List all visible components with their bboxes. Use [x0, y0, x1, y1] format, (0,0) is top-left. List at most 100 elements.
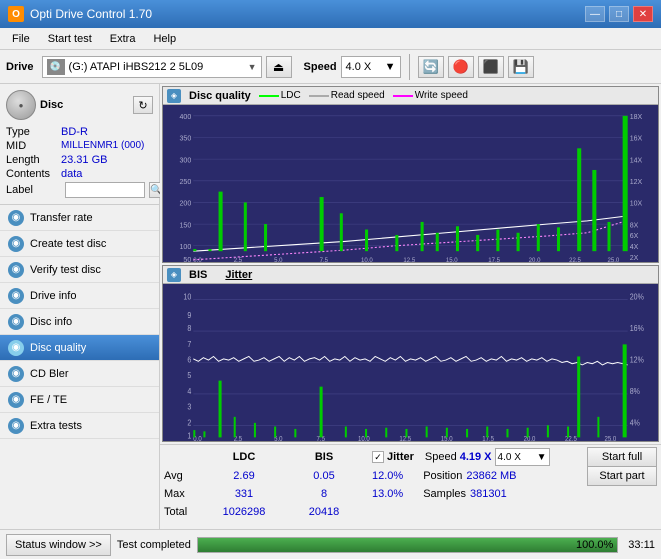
sidebar-bottom [0, 444, 160, 529]
svg-text:50: 50 [183, 255, 191, 262]
speed-stat-value: 4.19 X [460, 451, 492, 463]
eject-button[interactable]: ⏏ [266, 56, 292, 78]
disc-icon: ● [6, 90, 36, 120]
svg-text:25.0: 25.0 [607, 257, 619, 262]
menu-help[interactable]: Help [145, 31, 184, 47]
disc-quality-icon: ◉ [8, 340, 24, 356]
position-label: Position [423, 470, 462, 482]
svg-text:10X: 10X [630, 198, 643, 207]
avg-ldc: 2.69 [204, 470, 284, 482]
svg-text:6X: 6X [630, 231, 639, 240]
read-speed-color [309, 95, 329, 97]
speed-stat-select[interactable]: 4.0 X ▼ [495, 448, 550, 466]
start-part-button[interactable]: Start part [587, 466, 657, 486]
svg-text:20.0: 20.0 [524, 436, 536, 441]
maximize-button[interactable]: □ [609, 6, 629, 22]
top-chart-svg-area: 400 350 300 250 200 150 100 50 18X 16X 1… [163, 105, 658, 262]
svg-text:10.0: 10.0 [361, 257, 373, 262]
label-label: Label [6, 184, 61, 196]
sidebar-item-fe-te[interactable]: ◉ FE / TE [0, 387, 159, 413]
max-jitter: 13.0% [372, 488, 403, 500]
svg-text:25.0: 25.0 [604, 436, 616, 441]
titlebar-left: O Opti Drive Control 1.70 [8, 6, 152, 22]
disc-refresh-button[interactable]: ↻ [133, 96, 153, 114]
progress-text: 100.0% [576, 538, 613, 552]
svg-text:150: 150 [180, 220, 192, 229]
drive-select[interactable]: 💿 (G:) ATAPI iHBS212 2 5L09 ▼ [42, 56, 262, 78]
write-speed-color [393, 95, 413, 97]
action-buttons: Start full [587, 447, 657, 467]
menu-file[interactable]: File [4, 31, 38, 47]
drive-label: Drive [6, 61, 34, 73]
menu-start-test[interactable]: Start test [40, 31, 100, 47]
bottom-chart-svg-area: 10 9 8 7 6 5 4 3 2 1 20% 16% 12% 8% 4% [163, 284, 658, 441]
start-full-button[interactable]: Start full [587, 447, 657, 467]
progress-bar [198, 538, 617, 552]
avg-label: Avg [164, 470, 204, 482]
type-value: BD-R [61, 126, 88, 138]
sidebar-item-transfer-rate[interactable]: ◉ Transfer rate [0, 205, 159, 231]
svg-text:12X: 12X [630, 177, 643, 186]
contents-label: Contents [6, 168, 61, 180]
jitter-checkbox[interactable]: ✓ [372, 451, 384, 463]
svg-text:18X: 18X [630, 112, 643, 121]
label-input[interactable] [65, 182, 145, 198]
stats-ldc-header: LDC [204, 451, 284, 463]
close-button[interactable]: ✕ [633, 6, 653, 22]
svg-text:4X: 4X [630, 242, 639, 251]
svg-text:300: 300 [180, 155, 192, 164]
drive-info-label: Drive info [30, 290, 76, 302]
speed-stat-label: Speed [425, 451, 457, 463]
stats-avg-row: Avg 2.69 0.05 12.0% Position 23862 MB St… [164, 467, 657, 485]
menu-extra[interactable]: Extra [102, 31, 144, 47]
svg-text:10.0: 10.0 [358, 436, 370, 441]
top-chart-title: Disc quality [189, 90, 251, 102]
bottom-chart-container: ◈ BIS Jitter 10 9 8 7 [162, 265, 659, 442]
stats-total-row: Total 1026298 20418 [164, 503, 657, 521]
sidebar-item-cd-bler[interactable]: ◉ CD Bler [0, 361, 159, 387]
titlebar: O Opti Drive Control 1.70 — □ ✕ [0, 0, 661, 28]
disc-mid-field: MID MILLENMR1 (000) [6, 140, 153, 152]
speed-label: Speed [304, 61, 337, 73]
svg-text:12%: 12% [630, 355, 644, 365]
svg-text:5.0: 5.0 [274, 257, 283, 262]
total-bis: 20418 [284, 506, 364, 518]
legend-ldc: LDC [259, 90, 301, 101]
disc-info-icon: ◉ [8, 314, 24, 330]
length-label: Length [6, 154, 61, 166]
toolbar-btn-4[interactable]: 💾 [508, 56, 534, 78]
toolbar-btn-3[interactable]: ⬛ [478, 56, 504, 78]
ldc-color [259, 95, 279, 97]
legend-write-speed: Write speed [393, 90, 468, 101]
speed-select[interactable]: 4.0 X ▼ [341, 56, 401, 78]
sidebar-item-extra-tests[interactable]: ◉ Extra tests [0, 413, 159, 439]
toolbar: Drive 💿 (G:) ATAPI iHBS212 2 5L09 ▼ ⏏ Sp… [0, 50, 661, 84]
svg-text:20%: 20% [630, 292, 644, 302]
menubar: File Start test Extra Help [0, 28, 661, 50]
toolbar-btn-2[interactable]: 🔴 [448, 56, 474, 78]
status-window-button[interactable]: Status window >> [6, 534, 111, 556]
sidebar-item-drive-info[interactable]: ◉ Drive info [0, 283, 159, 309]
minimize-button[interactable]: — [585, 6, 605, 22]
svg-text:22.5: 22.5 [565, 436, 577, 441]
ldc-label: LDC [281, 90, 301, 101]
svg-text:400: 400 [180, 112, 192, 121]
avg-bis: 0.05 [284, 470, 364, 482]
disc-panel: ● Disc ↻ Type BD-R MID MILLENMR1 (000) L… [0, 84, 159, 205]
avg-jitter: 12.0% [372, 470, 403, 482]
position-value: 23862 MB [466, 470, 516, 482]
sidebar: ● Disc ↻ Type BD-R MID MILLENMR1 (000) L… [0, 84, 160, 444]
sidebar-item-verify-test-disc[interactable]: ◉ Verify test disc [0, 257, 159, 283]
top-chart-titlebar: ◈ Disc quality LDC Read speed Write spee… [163, 87, 658, 105]
cd-bler-label: CD Bler [30, 368, 69, 380]
sidebar-item-create-test-disc[interactable]: ◉ Create test disc [0, 231, 159, 257]
sidebar-item-disc-info[interactable]: ◉ Disc info [0, 309, 159, 335]
svg-text:4%: 4% [630, 418, 640, 428]
top-chart-icon: ◈ [167, 89, 181, 103]
bottom-chart-title: BIS [189, 269, 207, 281]
toolbar-btn-1[interactable]: 🔄 [418, 56, 444, 78]
sidebar-item-disc-quality[interactable]: ◉ Disc quality [0, 335, 159, 361]
type-label: Type [6, 126, 61, 138]
svg-text:7: 7 [187, 339, 191, 349]
speed-value: 4.0 X [346, 61, 372, 73]
